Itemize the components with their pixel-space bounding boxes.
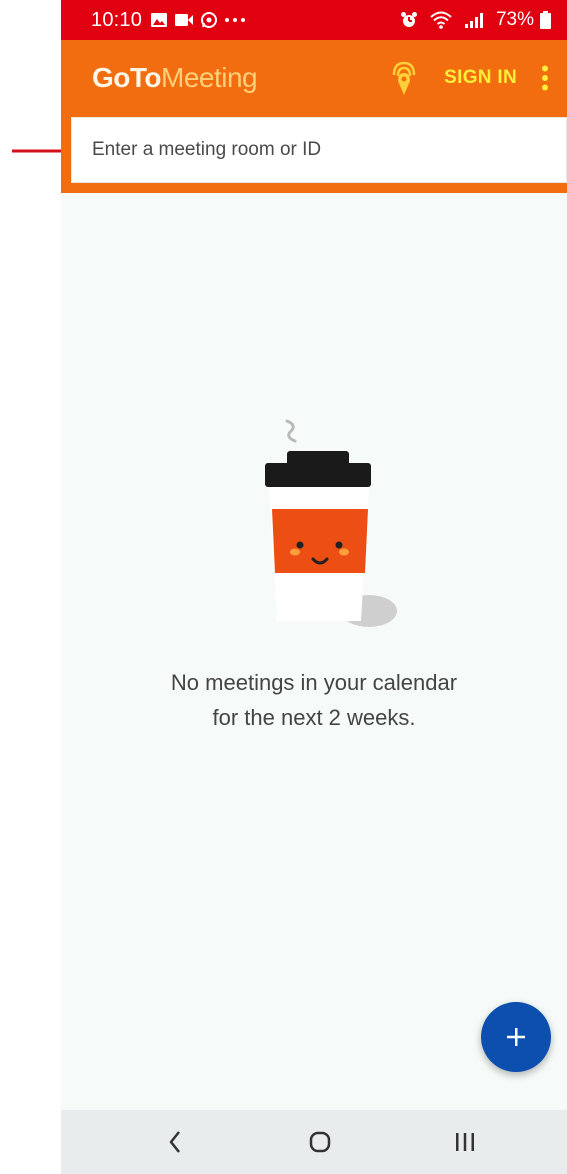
new-meeting-fab[interactable] (481, 1002, 551, 1072)
nav-back-button[interactable] (145, 1110, 205, 1174)
whatsapp-icon (200, 11, 218, 29)
logo-goto: GoTo (92, 61, 162, 93)
wifi-icon (430, 11, 452, 29)
battery-percent: 73% (495, 9, 534, 30)
more-notifications-icon (224, 17, 246, 23)
battery-icon (540, 11, 551, 29)
status-time: 10:10 (91, 8, 143, 31)
alarm-icon (400, 11, 418, 29)
meeting-id-input[interactable]: Enter a meeting room or ID (71, 117, 567, 183)
empty-state-line-2: for the next 2 weeks. (212, 705, 416, 730)
nav-home-button[interactable] (290, 1110, 350, 1174)
nav-recents-button[interactable] (435, 1110, 495, 1174)
status-bar: 10:10 73% (61, 0, 567, 40)
sign-in-button[interactable]: SIGN IN (444, 67, 517, 89)
back-icon (169, 1131, 180, 1153)
video-icon (174, 12, 194, 28)
more-vert-icon (542, 65, 548, 90)
app-logo: GoTo Meeting (92, 61, 258, 94)
meeting-id-placeholder: Enter a meeting room or ID (92, 139, 322, 160)
proximity-button[interactable] (388, 58, 420, 98)
logo-meeting: Meeting (161, 61, 258, 93)
empty-state-message: No meetings in your calendar for the nex… (61, 665, 567, 735)
app-header: GoTo Meeting SIGN IN (61, 40, 567, 115)
phone-screen: 10:10 73% GoTo Meeting SIGN IN Enter a m… (61, 0, 567, 1174)
proximity-icon (392, 61, 416, 95)
empty-state-line-1: No meetings in your calendar (170, 670, 458, 695)
search-bar: Enter a meeting room or ID (61, 115, 567, 193)
status-system-icons: 73% (400, 9, 557, 31)
coffee-cup-illustration (265, 419, 397, 627)
plus-icon (507, 1028, 525, 1046)
recents-icon (456, 1133, 474, 1151)
signal-icon (464, 11, 484, 29)
overflow-menu-button[interactable] (533, 58, 557, 98)
system-nav-bar (61, 1110, 567, 1174)
header-actions: SIGN IN (388, 40, 567, 115)
home-icon (309, 1131, 331, 1153)
gallery-icon (150, 12, 168, 28)
